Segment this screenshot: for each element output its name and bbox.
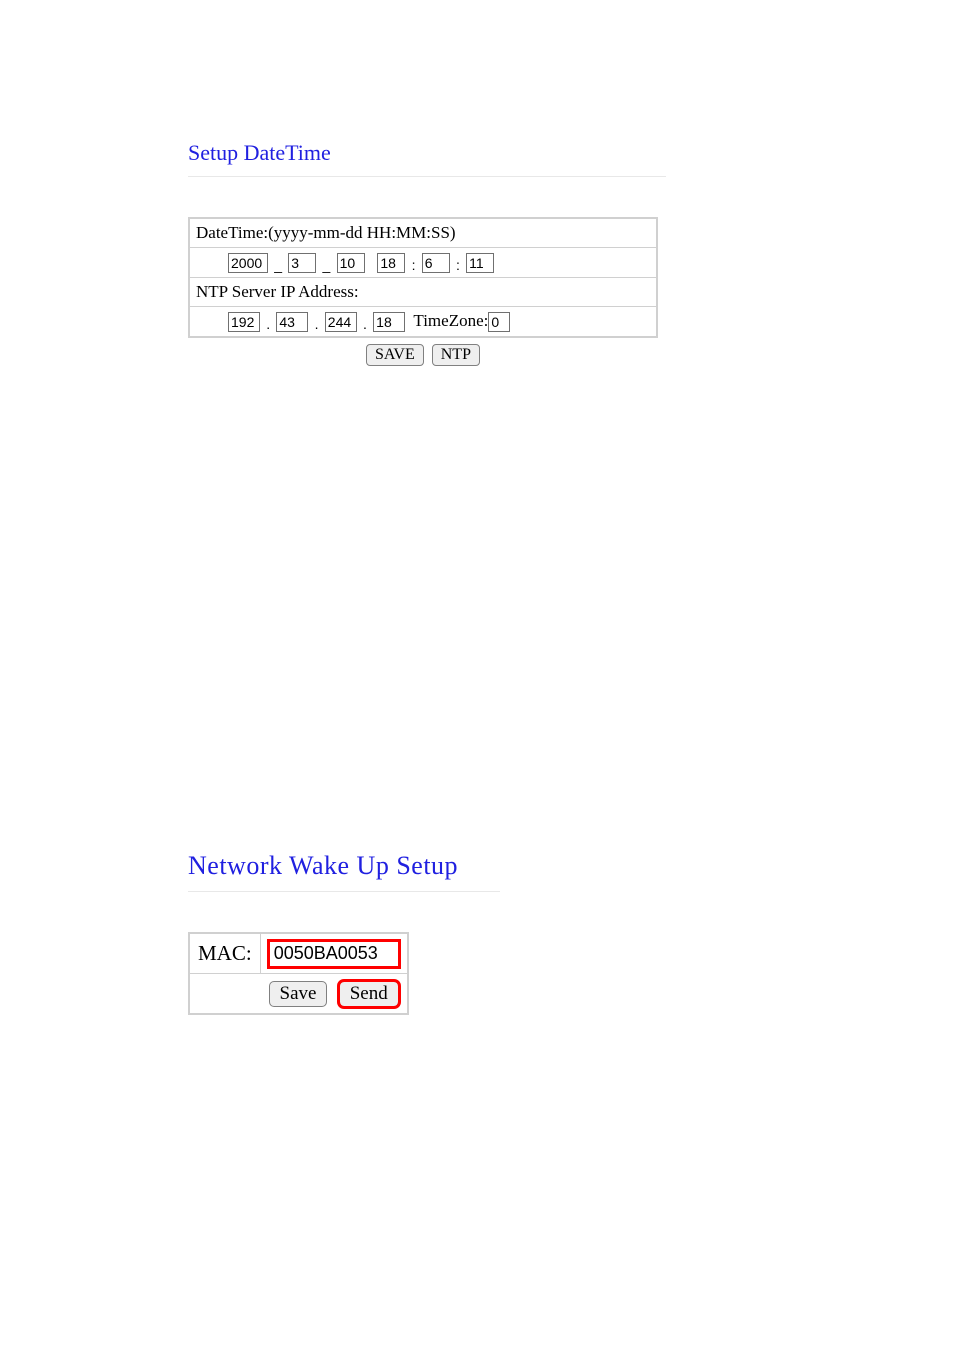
day-input[interactable] [337,253,365,273]
month-input[interactable] [288,253,316,273]
divider [188,176,666,177]
ntp-server-label: NTP Server IP Address: [189,278,657,307]
separator-dash: _ [323,257,331,273]
separator-dot: . [315,316,319,332]
save-button[interactable]: SAVE [366,344,424,366]
datetime-button-row: SAVE NTP [188,344,658,366]
separator-dot: . [363,316,367,332]
datetime-inputs-row: _ _ : : [189,248,657,278]
mac-input[interactable] [269,941,399,967]
separator-dot: . [266,316,270,332]
separator-colon: : [456,257,460,273]
datetime-label: DateTime:(yyyy-mm-dd HH:MM:SS) [189,218,657,248]
ip-octet-1-input[interactable] [228,312,260,332]
ip-octet-4-input[interactable] [373,312,405,332]
setup-datetime-section: Setup DateTime DateTime:(yyyy-mm-dd HH:M… [188,140,954,366]
separator-dash: _ [274,257,282,273]
ip-octet-2-input[interactable] [276,312,308,332]
setup-datetime-title: Setup DateTime [188,140,954,166]
hour-input[interactable] [377,253,405,273]
year-input[interactable] [228,253,268,273]
send-button[interactable]: Send [339,981,399,1007]
divider [188,891,500,892]
timezone-label: TimeZone: [413,311,488,330]
ip-octet-3-input[interactable] [325,312,357,332]
save-button[interactable]: Save [269,981,328,1007]
second-input[interactable] [466,253,494,273]
datetime-table: DateTime:(yyyy-mm-dd HH:MM:SS) _ _ : : [188,217,658,338]
mac-button-row: Save Send [189,973,408,1014]
mac-table: MAC: Save Send [188,932,409,1015]
ntp-button[interactable]: NTP [432,344,480,366]
timezone-input[interactable] [488,312,510,332]
mac-input-cell [260,933,408,973]
network-wakeup-section: Network Wake Up Setup MAC: Save Send [188,851,954,1015]
minute-input[interactable] [422,253,450,273]
network-wakeup-title: Network Wake Up Setup [188,851,954,881]
separator-colon: : [412,257,416,273]
ntp-inputs-row: . . . TimeZone: [189,307,657,338]
mac-label: MAC: [189,933,260,973]
